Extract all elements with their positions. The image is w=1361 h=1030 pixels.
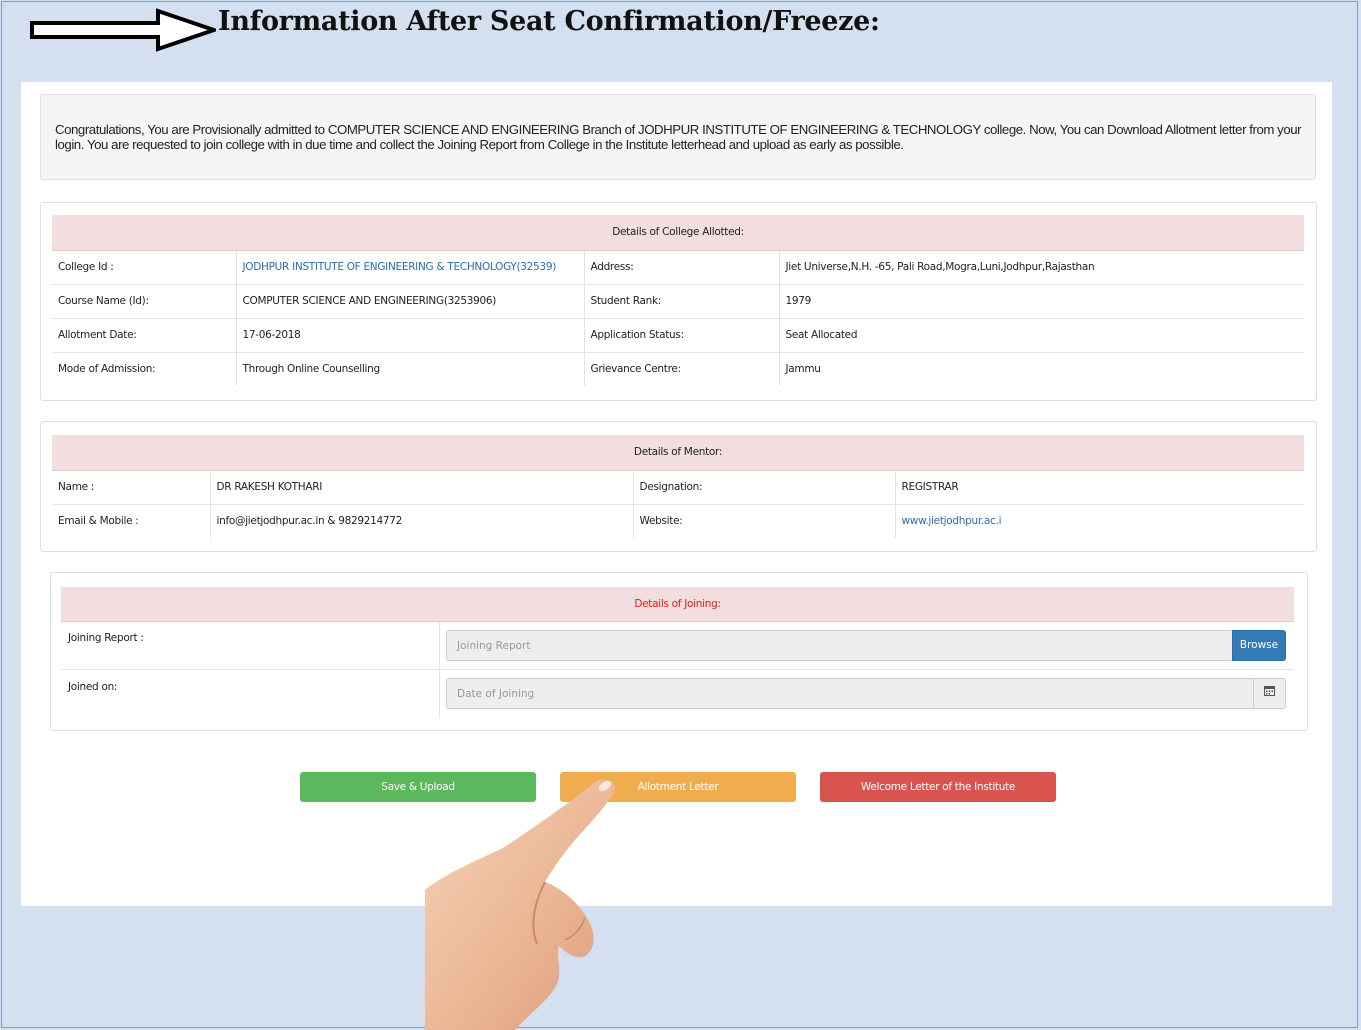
grievance-centre-label: Grievance Centre: [583, 352, 779, 386]
mode-of-admission-value: Through Online Counselling [235, 352, 584, 386]
table-row: Allotment Date: 17-06-2018 Application S… [52, 318, 1305, 353]
application-status-value: Seat Allocated [778, 318, 1305, 353]
divider [61, 669, 1294, 670]
course-name-value: COMPUTER SCIENCE AND ENGINEERING(3253906… [235, 284, 584, 319]
student-rank-value: 1979 [778, 284, 1305, 319]
joining-report-placeholder: Joining Report [457, 640, 531, 652]
mentor-details-heading: Details of Mentor: [52, 435, 1304, 471]
table-row: Course Name (Id): COMPUTER SCIENCE AND E… [52, 284, 1305, 319]
designation-label: Designation: [632, 470, 895, 505]
mode-of-admission-label: Mode of Admission: [58, 363, 156, 376]
address-label: Address: [583, 250, 779, 285]
mentor-details-table: Details of Mentor: Name : DR RAKESH KOTH… [52, 435, 1304, 538]
joining-details-heading: Details of Joining: [61, 587, 1294, 622]
course-name-label: Course Name (Id): [52, 284, 236, 319]
grievance-centre-value: Jammu [778, 352, 1305, 386]
calendar-icon-glyph [1264, 686, 1275, 696]
pointing-hand-icon [425, 779, 615, 1030]
calendar-icon[interactable] [1253, 678, 1286, 709]
designation-value: REGISTRAR [894, 470, 1304, 505]
browse-button[interactable]: Browse [1232, 630, 1286, 661]
joining-details-heading-text: Details of Joining: [634, 598, 721, 610]
college-id-label: College Id : [52, 250, 236, 285]
table-row: Name : DR RAKESH KOTHARI Designation: RE… [52, 470, 1304, 505]
table-row: Mode of Admission: Through Online Counse… [52, 352, 1305, 386]
mentor-name-label: Name : [52, 470, 210, 505]
website-label: Website: [632, 504, 895, 538]
notice-line-2: login. You are requested to join college… [55, 137, 904, 152]
table-row: College Id : JODHPUR INSTITUTE OF ENGINE… [52, 250, 1305, 285]
email-mobile-label: Email & Mobile : [58, 515, 139, 528]
student-rank-label: Student Rank: [583, 284, 779, 319]
website-link[interactable]: www.jietjodhpur.ac.i [894, 504, 1304, 538]
joined-on-label: Joined on: [68, 681, 118, 693]
table-row: Email & Mobile : info@jietjodhpur.ac.in … [52, 504, 1304, 538]
mentor-name-value: DR RAKESH KOTHARI [209, 470, 633, 505]
college-id-link[interactable]: JODHPUR INSTITUTE OF ENGINEERING & TECHN… [235, 250, 584, 285]
address-value: Jiet Universe,N.H. -65, Pali Road,Mogra,… [778, 250, 1305, 285]
page-title: Information After Seat Confirmation/Free… [218, 6, 880, 37]
notice-line-1: Congratulations, You are Provisionally a… [55, 122, 1302, 137]
joining-report-label: Joining Report : [68, 632, 144, 644]
email-mobile-value: info@jietjodhpur.ac.in & 9829214772 [209, 504, 633, 538]
college-details-heading: Details of College Allotted: [52, 215, 1305, 251]
joining-report-input[interactable]: Joining Report [446, 630, 1233, 661]
allotment-date-label: Allotment Date: [52, 318, 236, 353]
date-of-joining-input[interactable]: Date of Joining [446, 678, 1254, 709]
welcome-letter-button[interactable]: Welcome Letter of the Institute [820, 772, 1056, 802]
divider [439, 622, 440, 718]
date-of-joining-placeholder: Date of Joining [457, 688, 535, 700]
right-arrow-icon [30, 8, 216, 52]
application-status-label: Application Status: [583, 318, 779, 353]
allotment-date-value: 17-06-2018 [235, 318, 584, 353]
college-details-table: Details of College Allotted: College Id … [52, 215, 1305, 386]
admission-notice: Congratulations, You are Provisionally a… [40, 94, 1316, 180]
